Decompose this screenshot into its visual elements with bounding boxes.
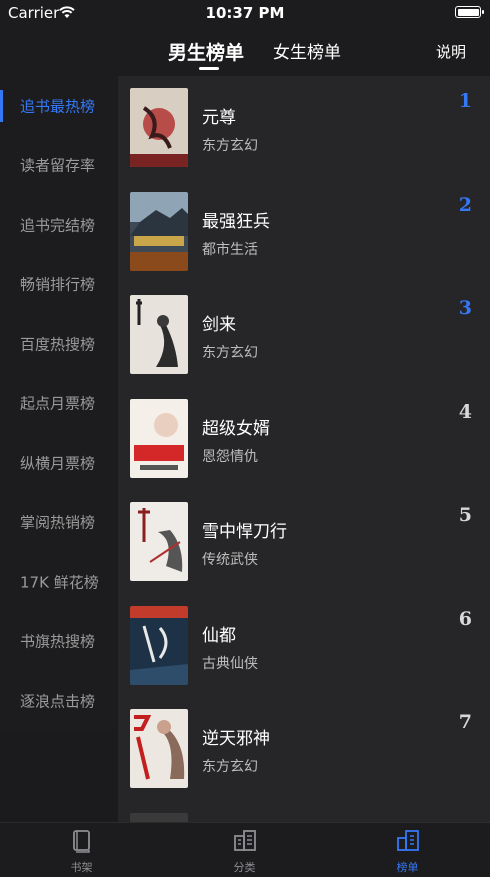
- book-cover: [130, 88, 188, 167]
- sidebar-item-label: 17K 鲜花榜: [20, 573, 99, 592]
- sidebar-item-zhuishu-hot[interactable]: 追书最热榜: [0, 76, 118, 136]
- tab-label: 榜单: [396, 861, 419, 874]
- sidebar-item-zongheng[interactable]: 纵横月票榜: [0, 433, 118, 493]
- top-header: 男生榜单 女生榜单 说明: [0, 26, 490, 76]
- sidebar-item-label: 畅销排行榜: [20, 275, 96, 294]
- sidebar-item-bestseller[interactable]: 畅销排行榜: [0, 255, 118, 315]
- book-title: 仙都: [202, 625, 236, 646]
- book-title: 元尊: [202, 108, 236, 128]
- book-cover: [130, 398, 188, 478]
- rank-number: 4: [458, 400, 472, 423]
- book-title: 剑来: [202, 315, 236, 335]
- book-row[interactable]: 雪中悍刀行 传统武侠 5: [118, 490, 490, 594]
- book-cover: [130, 709, 188, 788]
- book-cover: [130, 502, 188, 581]
- book-genre: 东方玄幻: [202, 759, 258, 775]
- ranking-sidebar: 追书最热榜 读者留存率 追书完结榜 畅销排行榜 百度热搜榜 起点月票榜 纵横月票…: [0, 76, 118, 730]
- book-genre: 传统武侠: [202, 552, 258, 568]
- tab-ranking[interactable]: 榜单: [326, 823, 489, 877]
- book-genre: 东方玄幻: [202, 345, 258, 361]
- book-title: 最强狂兵: [202, 211, 270, 232]
- tab-category[interactable]: 分类: [163, 823, 326, 877]
- sidebar-item-baidu[interactable]: 百度热搜榜: [0, 314, 118, 374]
- rank-number: 3: [458, 297, 472, 319]
- sidebar-item-17k[interactable]: 17K 鲜花榜: [0, 552, 118, 612]
- tab-indicator: [199, 67, 219, 70]
- sidebar-item-shuqi[interactable]: 书旗热搜榜: [0, 612, 118, 672]
- book-genre: 东方玄幻: [202, 138, 258, 154]
- book-cover: [130, 812, 188, 822]
- book-list[interactable]: 元尊 东方玄幻 1 最强狂兵 都市生活 2 剑来 东方玄幻 3 超级女婿 恩怨情…: [118, 76, 490, 822]
- book-row[interactable]: 仙都 古典仙侠 6: [118, 594, 490, 698]
- book-row-partial[interactable]: [118, 801, 490, 822]
- category-icon: [234, 830, 256, 851]
- book-row[interactable]: 超级女婿 恩怨情仇 4: [118, 387, 490, 491]
- book-row[interactable]: 元尊 东方玄幻 1: [118, 76, 490, 180]
- rank-number: 7: [458, 711, 472, 733]
- sidebar-item-label: 书旗热搜榜: [20, 632, 96, 651]
- book-cover: [130, 295, 188, 374]
- tab-label: 分类: [233, 861, 256, 874]
- book-cover: [130, 191, 188, 271]
- sidebar-item-label: 追书最热榜: [20, 97, 96, 116]
- tab-bookshelf[interactable]: 书架: [0, 823, 163, 877]
- book-icon: [73, 830, 90, 853]
- explain-button[interactable]: 说明: [436, 41, 466, 62]
- book-genre: 都市生活: [202, 241, 258, 258]
- sidebar-item-label: 追书完结榜: [20, 216, 96, 235]
- sidebar-item-zhulang[interactable]: 逐浪点击榜: [0, 671, 118, 731]
- book-cover: [130, 605, 188, 685]
- active-indicator: [0, 90, 3, 122]
- sidebar-footer: [0, 730, 118, 822]
- sidebar-item-label: 掌阅热销榜: [20, 513, 96, 532]
- rank-number: 2: [458, 193, 472, 216]
- rank-number: 6: [458, 607, 472, 630]
- rank-number: 5: [458, 504, 472, 526]
- book-row[interactable]: 逆天邪神 东方玄幻 7: [118, 697, 490, 801]
- tab-label: 书架: [70, 861, 93, 874]
- book-row[interactable]: 剑来 东方玄幻 3: [118, 283, 490, 387]
- sidebar-item-label: 起点月票榜: [20, 394, 96, 413]
- rank-number: 1: [458, 90, 472, 112]
- sidebar-item-retention[interactable]: 读者留存率: [0, 136, 118, 196]
- book-title: 雪中悍刀行: [202, 522, 287, 542]
- clock: 10:37 PM: [205, 4, 285, 22]
- bottom-tab-bar: 书架 分类 榜单: [0, 822, 490, 877]
- sidebar-item-qidian[interactable]: 起点月票榜: [0, 374, 118, 434]
- sidebar-item-label: 纵横月票榜: [20, 454, 96, 473]
- book-title: 超级女婿: [202, 418, 270, 439]
- ranking-icon: [397, 830, 419, 851]
- book-genre: 古典仙侠: [202, 655, 258, 672]
- tab-male-ranking[interactable]: 男生榜单: [168, 38, 244, 65]
- sidebar-item-zhangyue[interactable]: 掌阅热销榜: [0, 493, 118, 553]
- book-title: 逆天邪神: [202, 729, 270, 749]
- book-row[interactable]: 最强狂兵 都市生活 2: [118, 180, 490, 284]
- sidebar-item-label: 读者留存率: [20, 156, 96, 175]
- sidebar-item-label: 逐浪点击榜: [20, 692, 96, 711]
- battery-icon: [455, 6, 484, 18]
- status-bar: Carrier 10:37 PM: [0, 0, 490, 26]
- book-genre: 恩怨情仇: [202, 448, 258, 465]
- sidebar-item-finished[interactable]: 追书完结榜: [0, 195, 118, 255]
- sidebar-item-label: 百度热搜榜: [20, 335, 96, 354]
- tab-female-ranking[interactable]: 女生榜单: [273, 38, 341, 63]
